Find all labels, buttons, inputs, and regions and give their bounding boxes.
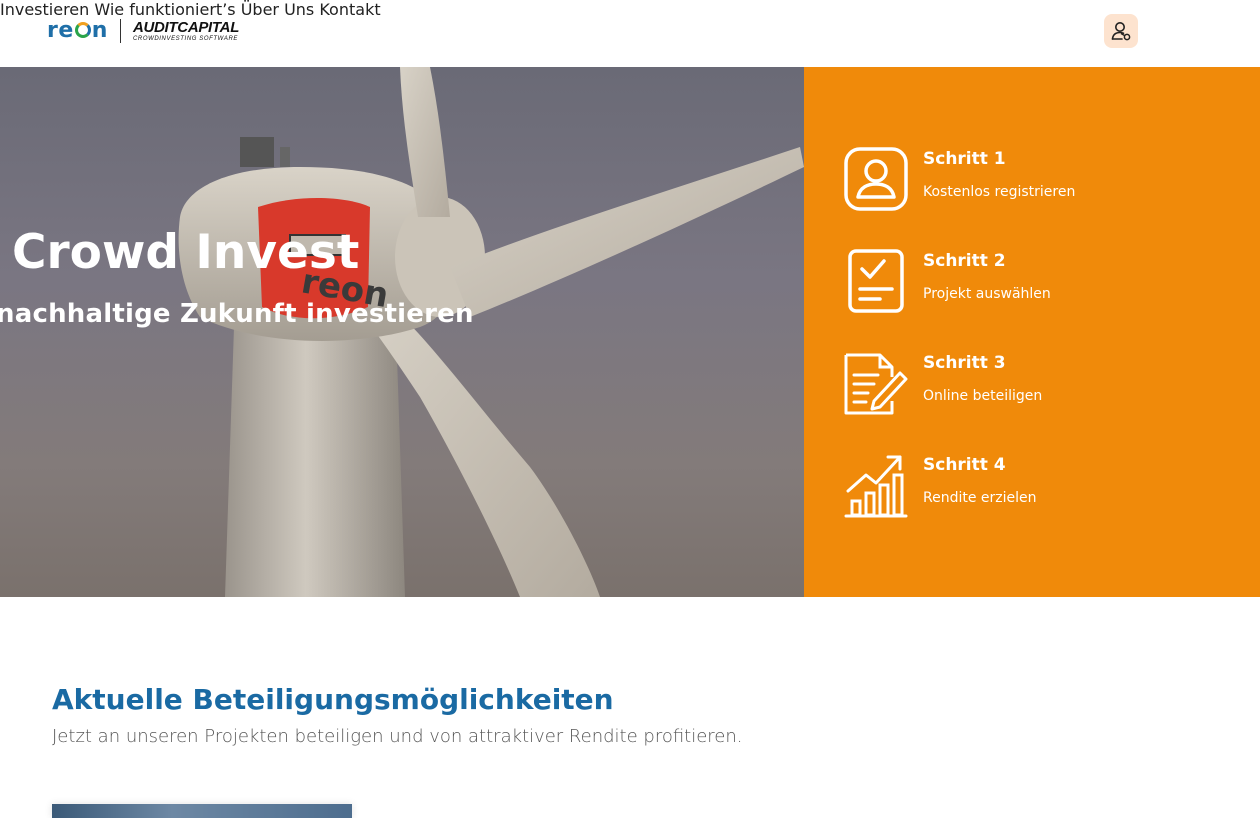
step-2: Schritt 2 Projekt auswählen xyxy=(844,249,1244,319)
step-1: Schritt 1 Kostenlos registrieren xyxy=(844,147,1244,217)
nav-wie-funktionierts[interactable]: Wie funktioniert’s xyxy=(94,0,235,19)
reon-logo: re n xyxy=(47,18,108,43)
nav-investieren[interactable]: Investieren xyxy=(0,0,89,19)
wind-turbine-photo: reon xyxy=(178,67,804,597)
document-pen-icon xyxy=(844,353,908,415)
user-key-icon xyxy=(1111,22,1131,41)
step-title: Schritt 2 xyxy=(923,251,1006,271)
reon-logo-o xyxy=(74,22,91,38)
hero-title: Crowd Invest xyxy=(12,225,360,280)
step-text: Online beteiligen xyxy=(923,388,1043,404)
step-title: Schritt 4 xyxy=(923,455,1006,475)
user-login-button[interactable] xyxy=(1104,14,1138,48)
nav-ueber-uns[interactable]: Über Uns xyxy=(241,0,315,19)
site-logo[interactable]: re n AUDITCAPITAL CROWDINVESTING SOFTWARE xyxy=(47,18,239,44)
main-nav: Investieren Wie funktioniert’s Über Uns … xyxy=(0,0,1260,19)
section-title: Aktuelle Beteiligungsmöglichkeiten xyxy=(52,683,614,716)
step-text: Kostenlos registrieren xyxy=(923,184,1076,200)
step-3: Schritt 3 Online beteiligen xyxy=(844,351,1244,421)
project-card[interactable] xyxy=(52,804,352,818)
step-text: Projekt auswählen xyxy=(923,286,1051,302)
checklist-icon xyxy=(848,249,904,313)
step-4: Schritt 4 Rendite erzielen xyxy=(844,453,1244,523)
site-header: re n AUDITCAPITAL CROWDINVESTING SOFTWARE… xyxy=(0,0,1260,67)
step-title: Schritt 3 xyxy=(923,353,1006,373)
hero-subtitle: nachhaltige Zukunft investieren xyxy=(0,299,474,329)
nav-kontakt[interactable]: Kontakt xyxy=(319,0,380,19)
step-title: Schritt 1 xyxy=(923,149,1006,169)
logo-divider xyxy=(119,19,121,43)
section-subtitle: Jetzt an unseren Projekten beteiligen un… xyxy=(52,726,743,747)
auditcapital-wordmark: AUDITCAPITAL xyxy=(132,19,240,36)
steps-panel: Schritt 1 Kostenlos registrieren Schritt… xyxy=(804,67,1260,597)
auditcapital-logo: AUDITCAPITAL CROWDINVESTING SOFTWARE xyxy=(133,20,239,42)
user-profile-icon xyxy=(844,147,908,211)
growth-chart-icon xyxy=(844,455,908,518)
auditcapital-tagline: CROWDINVESTING SOFTWARE xyxy=(132,36,238,42)
hero-banner: reon Crowd Invest nachhaltige Zukunft in… xyxy=(0,67,804,597)
step-text: Rendite erzielen xyxy=(923,490,1037,506)
